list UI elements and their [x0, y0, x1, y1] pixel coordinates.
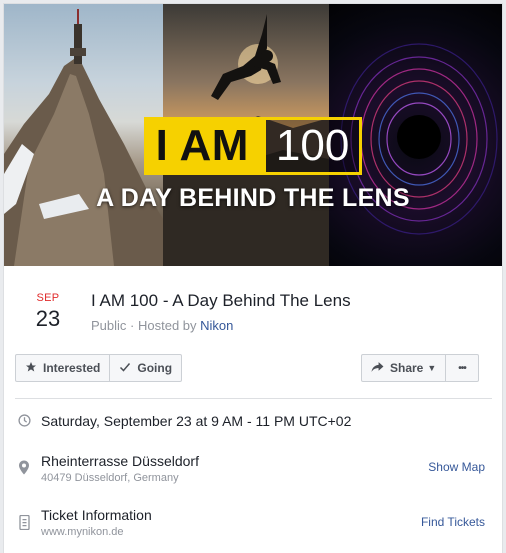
location-pin-icon — [17, 460, 31, 480]
hosted-by-label: · Hosted by — [130, 318, 197, 333]
cover-photo[interactable]: I AM 100 A DAY BEHIND THE LENS — [4, 4, 502, 266]
going-button[interactable]: Going — [109, 355, 181, 381]
cover-subtitle: A DAY BEHIND THE LENS — [96, 184, 410, 212]
event-date-month: SEP — [36, 292, 60, 304]
cover-panel-mountain — [4, 4, 163, 266]
event-datetime: Saturday, September 23 at 9 AM - 11 PM U… — [41, 413, 352, 429]
find-tickets-link[interactable]: Find Tickets — [421, 515, 485, 529]
event-date: SEP 23 — [26, 291, 70, 333]
event-card: I AM 100 A DAY BEHIND THE LENS SEP 23 I … — [3, 3, 503, 553]
event-title: I AM 100 - A Day Behind The Lens — [91, 291, 351, 310]
share-button-group: Share ▼ ••• — [361, 354, 479, 382]
more-options-button[interactable]: ••• — [445, 355, 478, 381]
cover-panel-jumper — [163, 4, 329, 266]
more-options-label: ••• — [458, 362, 466, 374]
clock-icon — [17, 414, 31, 432]
host-link[interactable]: Nikon — [200, 318, 233, 333]
going-label: Going — [137, 361, 173, 375]
ticket-icon — [17, 514, 31, 535]
details-divider — [15, 398, 492, 399]
location-name[interactable]: Rheinterrasse Düsseldorf — [41, 452, 199, 470]
cover-panel-lightring — [329, 4, 502, 266]
event-visibility: Public — [91, 318, 127, 333]
share-button[interactable]: Share ▼ — [362, 355, 445, 381]
event-subtitle: Public · Hosted by Nikon — [91, 317, 233, 334]
interested-label: Interested — [43, 361, 101, 375]
ticket-url[interactable]: www.mynikon.de — [41, 525, 124, 539]
share-label: Share — [390, 361, 424, 375]
checkmark-icon — [119, 361, 131, 376]
share-arrow-icon — [371, 361, 384, 376]
ticket-info-title: Ticket Information — [41, 507, 152, 523]
interested-button[interactable]: Interested — [16, 355, 109, 381]
show-map-link[interactable]: Show Map — [428, 460, 485, 474]
star-icon — [25, 361, 37, 376]
chevron-down-icon: ▼ — [427, 363, 437, 373]
event-date-day: 23 — [35, 306, 61, 331]
location-address: 40479 Düsseldorf, Germany — [41, 472, 179, 484]
rsvp-button-group: Interested Going — [15, 354, 183, 382]
